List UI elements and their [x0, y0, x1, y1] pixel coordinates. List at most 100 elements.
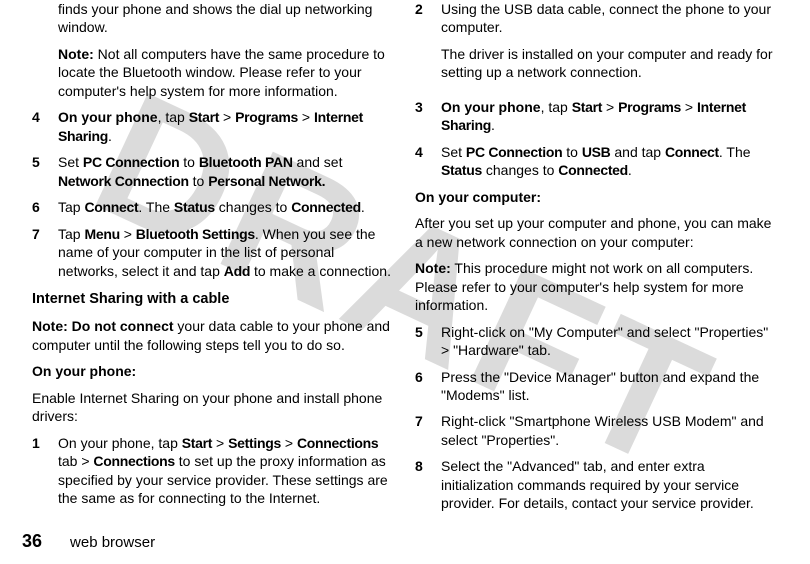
settings: Settings: [228, 435, 281, 451]
connect: Connect: [665, 144, 719, 160]
t: and tap: [610, 144, 665, 160]
note-body: This procedure might not work on all com…: [415, 260, 753, 313]
pc-connection: PC Connection: [83, 154, 179, 170]
t: to: [189, 173, 208, 189]
step-4r: 4 Set PC Connection to USB and tap Conne…: [415, 143, 778, 180]
step-num: 5: [415, 323, 441, 360]
connections: Connections: [297, 435, 378, 451]
note-procedure: Note: This procedure might not work on a…: [415, 259, 778, 314]
status: Status: [441, 162, 482, 178]
step-num: 5: [32, 153, 58, 190]
t: and set: [293, 154, 343, 170]
step-num: 1: [32, 434, 58, 508]
page-footer: 36 web browser: [22, 531, 155, 552]
step-body: Tap Menu > Bluetooth Settings. When you …: [58, 225, 395, 280]
on-your-computer-heading: On your computer:: [415, 188, 778, 206]
after-text: After you set up your computer and phone…: [415, 214, 778, 251]
note-body: Not all computers have the same procedur…: [58, 46, 385, 99]
step-body: Using the USB data cable, connect the ph…: [441, 0, 778, 90]
on-your-phone-heading: On your phone:: [32, 362, 395, 380]
gt: >: [281, 435, 297, 451]
step-num: 3: [415, 98, 441, 135]
step-num: 4: [32, 108, 58, 145]
t: , tap: [541, 99, 572, 115]
step-body: On your phone, tap Start > Settings > Co…: [58, 434, 395, 508]
page-content: finds your phone and shows the dial up n…: [0, 0, 810, 520]
menu: Menu: [84, 226, 119, 242]
left-column: finds your phone and shows the dial up n…: [22, 0, 405, 520]
lead: On your phone: [58, 109, 158, 125]
start: Start: [182, 435, 212, 451]
step-6r: 6 Press the "Device Manager" button and …: [415, 368, 778, 405]
step-num: 7: [32, 225, 58, 280]
connections2: Connections: [93, 453, 174, 469]
note-label: Note:: [58, 46, 94, 62]
programs: Programs: [235, 109, 298, 125]
step-7: 7 Tap Menu > Bluetooth Settings. When yo…: [32, 225, 395, 280]
gt: >: [120, 226, 136, 242]
step-body: Select the "Advanced" tab, and enter ext…: [441, 457, 778, 512]
step-num: 8: [415, 457, 441, 512]
note-do-not-connect: Note: Do not connect your data cable to …: [32, 317, 395, 354]
step-body: Press the "Device Manager" button and ex…: [441, 368, 778, 405]
page-number: 36: [22, 531, 42, 552]
step-3: 3 On your phone, tap Start > Programs > …: [415, 98, 778, 135]
personal-network: Personal Network.: [208, 173, 325, 189]
t: On your phone, tap: [58, 435, 182, 451]
step-num: 4: [415, 143, 441, 180]
step-num: 7: [415, 412, 441, 449]
connect: Connect: [84, 199, 138, 215]
gt: >: [681, 99, 697, 115]
t: The driver is installed on your computer…: [441, 45, 778, 82]
step-6: 6 Tap Connect. The Status changes to Con…: [32, 198, 395, 216]
note-label: Note: Do not connect: [32, 318, 174, 334]
step-body: Tap Connect. The Status changes to Conne…: [58, 198, 395, 216]
t: changes to: [482, 162, 558, 178]
t: Tap: [58, 226, 84, 242]
t: . The: [138, 199, 174, 215]
step-num: 6: [415, 368, 441, 405]
t: tab >: [58, 453, 93, 469]
gt: >: [212, 435, 228, 451]
gt: >: [602, 99, 618, 115]
status: Status: [174, 199, 215, 215]
start: Start: [189, 109, 219, 125]
end: .: [628, 162, 632, 178]
pc-connection: PC Connection: [466, 144, 562, 160]
t: Using the USB data cable, connect the ph…: [441, 0, 778, 37]
step-body: Set PC Connection to Bluetooth PAN and s…: [58, 153, 395, 190]
end: .: [361, 199, 365, 215]
step-8r: 8 Select the "Advanced" tab, and enter e…: [415, 457, 778, 512]
enable-text: Enable Internet Sharing on your phone an…: [32, 389, 395, 426]
connected: Connected: [558, 162, 628, 178]
t: Tap: [58, 199, 84, 215]
t: to: [179, 154, 198, 170]
start: Start: [572, 99, 602, 115]
add: Add: [224, 263, 250, 279]
bluetooth-settings: Bluetooth Settings: [136, 226, 255, 242]
step-1: 1 On your phone, tap Start > Settings > …: [32, 434, 395, 508]
right-column: 2 Using the USB data cable, connect the …: [405, 0, 788, 520]
note-label: Note:: [415, 260, 451, 276]
t: Set: [58, 154, 83, 170]
step-4: 4 On your phone, tap Start > Programs > …: [32, 108, 395, 145]
gt: >: [219, 109, 235, 125]
t: changes to: [215, 199, 291, 215]
t: Set: [441, 144, 466, 160]
end: .: [491, 117, 495, 133]
intro-continuation: finds your phone and shows the dial up n…: [58, 0, 395, 37]
connected: Connected: [291, 199, 361, 215]
t: . The: [719, 144, 751, 160]
step-5: 5 Set PC Connection to Bluetooth PAN and…: [32, 153, 395, 190]
gt: >: [298, 109, 314, 125]
bluetooth-pan: Bluetooth PAN: [199, 154, 293, 170]
step-body: Set PC Connection to USB and tap Connect…: [441, 143, 778, 180]
step-body: Right-click "Smartphone Wireless USB Mod…: [441, 412, 778, 449]
t: to: [562, 144, 581, 160]
step-num: 2: [415, 0, 441, 90]
step-body: On your phone, tap Start > Programs > In…: [441, 98, 778, 135]
usb: USB: [582, 144, 611, 160]
lead: On your phone: [441, 99, 541, 115]
note-bluetooth: Note: Not all computers have the same pr…: [58, 45, 395, 100]
step-2: 2 Using the USB data cable, connect the …: [415, 0, 778, 90]
